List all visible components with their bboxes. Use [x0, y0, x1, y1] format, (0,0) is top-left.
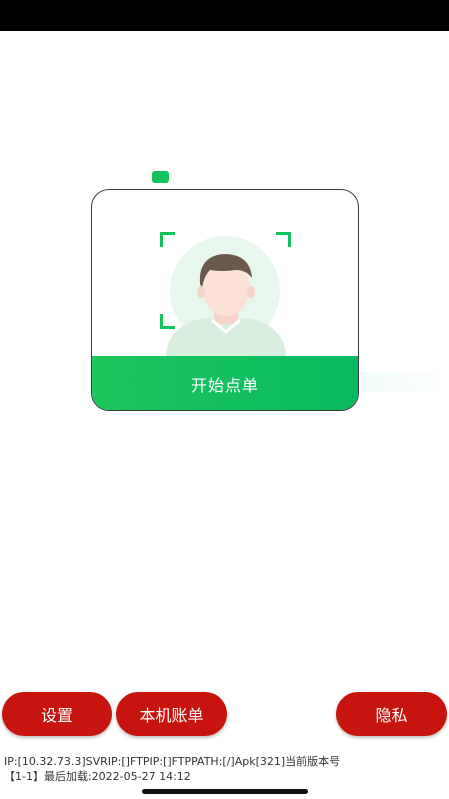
scan-corner-top-right: [276, 232, 291, 247]
user-avatar-icon: [166, 254, 286, 358]
scan-corner-top-left: [160, 232, 175, 247]
face-recognition-card[interactable]: 开始点单: [91, 189, 359, 411]
settings-button[interactable]: 设置: [2, 692, 112, 736]
connection-info: IP:[10.32.73.3]SVRIP:[]FTPIP:[]FTPPATH:[…: [4, 754, 445, 784]
status-bar: [0, 0, 449, 31]
connection-info-line: IP:[10.32.73.3]SVRIP:[]FTPIP:[]FTPPATH:[…: [4, 755, 341, 768]
camera-indicator-icon: [152, 171, 169, 183]
home-indicator[interactable]: [142, 789, 308, 794]
device-bills-button[interactable]: 本机账单: [116, 692, 227, 736]
start-order-button[interactable]: 开始点单: [92, 356, 358, 410]
last-load-line: 【1-1】最后加载:2022-05-27 14:12: [4, 770, 191, 783]
decorative-band: [359, 372, 449, 392]
privacy-button[interactable]: 隐私: [336, 692, 447, 736]
